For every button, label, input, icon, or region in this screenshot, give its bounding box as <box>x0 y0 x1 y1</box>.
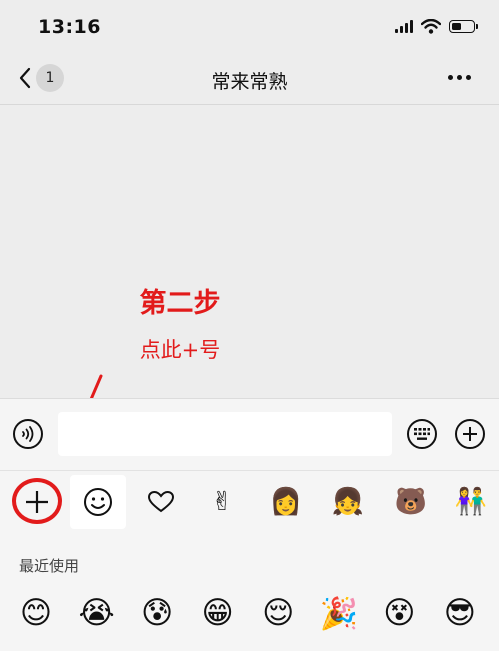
signal-icon <box>395 20 413 33</box>
emoji-panel: 最近使用 😊 😭 😰 😁 😌 🎉 😵 😎 <box>0 535 499 651</box>
more-dot-icon <box>457 75 462 80</box>
add-sticker-tab[interactable] <box>9 475 65 529</box>
battery-level <box>452 23 461 30</box>
input-bar <box>0 398 499 471</box>
annotation-step-text: 第二步 <box>139 288 221 319</box>
status-bar: 13:16 <box>0 0 499 56</box>
smiley-icon <box>84 488 112 516</box>
sticker-child-icon: 👧 <box>331 487 365 517</box>
more-functions-button[interactable] <box>455 419 485 449</box>
recent-section-title: 最近使用 <box>19 557 80 575</box>
heart-icon <box>147 490 175 513</box>
message-input[interactable] <box>58 412 392 456</box>
recent-emoji-item[interactable]: 😊 <box>8 591 64 635</box>
tab-sticker-pack-2[interactable]: 👧 <box>320 475 376 529</box>
keyboard-icon <box>414 428 430 440</box>
recent-emoji-item[interactable]: 😎 <box>432 591 488 635</box>
more-dot-icon <box>466 75 471 80</box>
sticker-couple-icon: 👫 <box>454 487 488 517</box>
status-time: 13:16 <box>38 16 101 38</box>
recent-emoji-row: 😊 😭 😰 😁 😌 🎉 😵 😎 <box>8 591 488 635</box>
recent-emoji-item[interactable]: 😭 <box>69 591 125 635</box>
nav-bar: 1 常来常熟 <box>0 56 499 105</box>
tab-sticker-pack-4[interactable]: 👫 <box>443 475 499 529</box>
chat-title: 常来常熟 <box>211 71 288 93</box>
recent-emoji-item[interactable]: 😌 <box>250 591 306 635</box>
recent-emoji-item[interactable]: 🎉 <box>311 591 367 635</box>
voice-icon <box>22 426 34 442</box>
plus-icon <box>463 427 477 441</box>
victory-hand-icon: ✌ <box>211 487 233 517</box>
tab-sticker-pack-3[interactable]: 🐻 <box>383 475 439 529</box>
recent-emoji-item[interactable]: 😁 <box>190 591 246 635</box>
sticker-girl-icon: 👩 <box>269 487 303 517</box>
wifi-icon <box>421 19 441 34</box>
recent-emoji-item[interactable]: 😰 <box>129 591 185 635</box>
tab-sticker-pack-1[interactable]: 👩 <box>258 475 314 529</box>
recent-emoji-item[interactable]: 😵 <box>371 591 427 635</box>
tab-emoji-smiley[interactable] <box>70 475 126 529</box>
annotation-hint-text: 点此+号 <box>139 338 221 362</box>
status-icons <box>395 19 478 34</box>
voice-button[interactable] <box>13 419 43 449</box>
keyboard-toggle-button[interactable] <box>407 419 437 449</box>
emoji-tab-bar: ✌ 👩 👧 🐻 👫 <box>0 470 499 535</box>
tab-gesture-stickers[interactable]: ✌ <box>194 475 250 529</box>
plus-icon <box>26 491 48 513</box>
more-options-button[interactable] <box>448 75 471 80</box>
battery-icon <box>449 20 478 33</box>
tab-favorites[interactable] <box>133 475 189 529</box>
more-dot-icon <box>448 75 453 80</box>
sticker-bear-icon: 🐻 <box>394 487 428 517</box>
